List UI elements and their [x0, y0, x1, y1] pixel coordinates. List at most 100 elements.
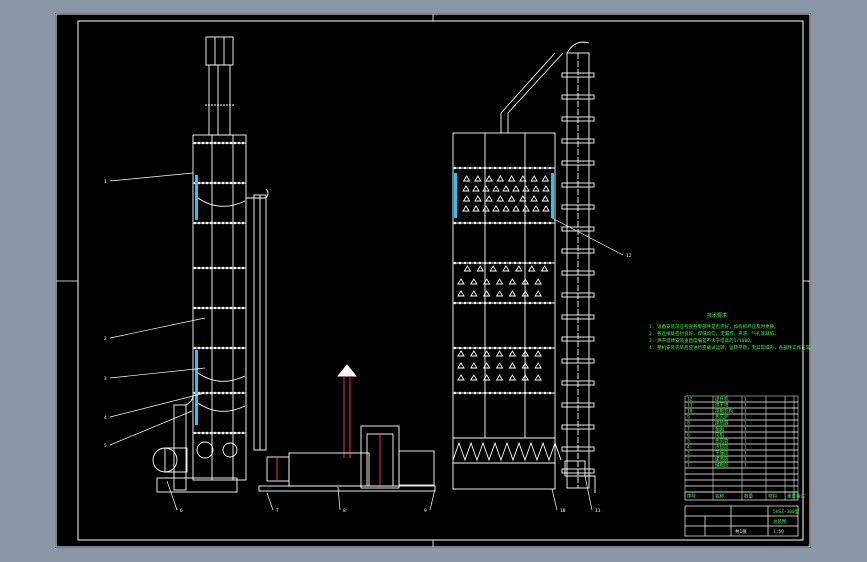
callout-label: 8 [343, 508, 346, 514]
leader-line [109, 410, 193, 446]
notes-title: 技术要求 [707, 312, 727, 319]
parts-cell: 4 [687, 445, 690, 451]
callout-label: 3 [104, 376, 107, 382]
note-line: 3. 烘干塔体安装垂直度偏差不大于塔高的1/1000。 [649, 337, 754, 344]
parts-cell: 干燥段 [715, 450, 729, 457]
parts-cell: 1 [744, 439, 747, 445]
parts-cell: 9 [687, 415, 690, 421]
parts-cell: 1 [744, 463, 747, 469]
parts-cell: 1 [687, 463, 690, 469]
leader-line [266, 492, 274, 511]
parts-header-row [684, 491, 799, 501]
parts-cell: 7 [687, 427, 690, 433]
parts-cell: 1 [744, 451, 747, 457]
technical-notes: 1. 设备安装前应检查各零部件是否完好，如有损坏应及时更换。2. 各连接处密封良… [649, 323, 811, 351]
leader-line [109, 172, 194, 182]
parts-cell: 1 [744, 457, 747, 463]
parts-header-cell: 备注 [796, 493, 805, 500]
parts-row [684, 443, 799, 451]
title-scale: 1:50 [773, 529, 784, 535]
parts-row [684, 419, 799, 427]
parts-row [684, 455, 799, 463]
title-name: 5HSZ-300型 [773, 508, 800, 515]
parts-header-cell: 数量 [744, 493, 753, 500]
parts-cell: 烟囱 [715, 426, 724, 433]
note-line: 2. 各连接处密封良好，焊缝均匀，无漏焊、夹渣、气孔等缺陷。 [649, 330, 779, 337]
parts-row [684, 425, 799, 433]
parts-cell: 热风管 [715, 438, 729, 445]
parts-cell: 2 [687, 457, 690, 463]
parts-row [684, 407, 799, 415]
parts-row [684, 461, 799, 469]
parts-cell: 1 [744, 415, 747, 421]
callout-label: 6 [180, 508, 183, 514]
hot-blast-stove [258, 364, 436, 492]
callout-label: 1 [104, 179, 107, 185]
center-marks [56, 14, 810, 547]
parts-cell: 1 [744, 433, 747, 439]
parts-cell: 11 [687, 403, 693, 409]
leader-line [109, 317, 206, 339]
title-sheet: 共1张 [735, 528, 747, 535]
callout-label: 4 [104, 415, 107, 421]
parts-cell: 1 [744, 427, 747, 433]
callout-label: 10 [560, 508, 566, 514]
parts-header-cell: 材料 [768, 493, 777, 500]
parts-row [684, 401, 799, 409]
parts-row [684, 467, 799, 475]
parts-cell: 1 [744, 445, 747, 451]
leader-line [109, 392, 206, 418]
parts-header-cell: 名称 [715, 493, 724, 500]
leader-line [584, 475, 593, 511]
parts-cell: 1 [744, 421, 747, 427]
drawing-canvas: 123456 7 8 9 10 1112 技术要求 1. 设备安装前应检查各零部件是否完好… [55, 13, 811, 548]
bucket-elevator [500, 41, 596, 493]
callout-label: 12 [626, 253, 632, 259]
leader-line [551, 488, 558, 511]
parts-header-cell: 序号 [687, 493, 696, 500]
leader-line [166, 480, 178, 511]
parts-cell: 热风炉 [715, 414, 729, 421]
parts-row [684, 431, 799, 439]
parts-cell: 1 [744, 397, 747, 403]
parts-row [684, 449, 799, 457]
left-dryer-tower [192, 36, 247, 481]
parts-cell: 5 [687, 439, 690, 445]
note-line: 1. 设备安装前应检查各零部件是否完好，如有损坏应及时更换。 [649, 323, 779, 330]
title-drawing-no: 总装图 [773, 518, 787, 525]
parts-cell: 提升机 [715, 396, 729, 403]
note-line: 4. 整机安装完毕后应进行空载试运转，运转平稳，无异常噪声，各部件工作正常。 [649, 344, 811, 351]
leader-line [109, 367, 206, 379]
parts-cell: 1 [744, 409, 747, 415]
outer-frame [55, 13, 811, 548]
parts-cell: 风机 [715, 432, 724, 439]
parts-cell: 冷却段 [715, 444, 729, 451]
parts-cell: 8 [687, 421, 690, 427]
callout-label: 5 [104, 443, 107, 449]
parts-row [684, 395, 799, 403]
parts-cell: 1 [744, 403, 747, 409]
hot-air-duct [246, 188, 269, 451]
parts-cell: 储粮段 [715, 462, 729, 469]
parts-cell: 缓苏段 [715, 456, 729, 463]
right-dryer-tower [452, 132, 562, 490]
parts-cell: 烘干塔 [715, 402, 729, 409]
callout-labels: 123456 7 8 9 10 1112 [104, 179, 632, 514]
drawing-sheet: 1 2 3 4 5 6 7 8 9 10 11 12 技术要求 1. 设备安装前应检查各零部件是否完好… [55, 13, 811, 548]
parts-list: 12 提升机 111 烘干塔 110 排粮机构 19 热风炉 18 换热器 17 烟囱 16 风机 15 热风… [684, 395, 805, 501]
parts-cell: 3 [687, 451, 690, 457]
parts-cell: 换热器 [715, 420, 729, 427]
parts-cell: 排粮机构 [715, 408, 733, 415]
leader-line [429, 488, 436, 511]
parts-cell: 6 [687, 433, 690, 439]
callout-label: 2 [104, 336, 107, 342]
callout-label: 7 [276, 508, 279, 514]
leader-line [337, 486, 341, 511]
parts-cell: 10 [687, 409, 693, 415]
parts-row [684, 413, 799, 421]
parts-row [684, 485, 799, 493]
parts-row [684, 473, 799, 481]
callout-label: 9 [424, 508, 427, 514]
parts-cell: 12 [687, 397, 693, 403]
parts-row [684, 479, 799, 487]
